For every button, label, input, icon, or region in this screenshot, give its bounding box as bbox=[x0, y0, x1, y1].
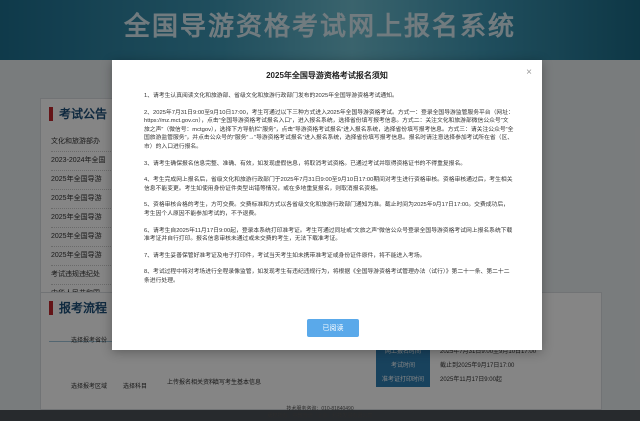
confirm-read-button[interactable]: 已阅读 bbox=[307, 319, 359, 337]
registration-notice-dialog: 2025年全国导游资格考试报名须知 × 1、请考生认真阅读文化和旅游部、省级文化… bbox=[112, 60, 542, 350]
notice-paragraph: 4、考生完成网上报名后，省级文化和旅游行政部门于2025年7月31日9:00至9… bbox=[144, 177, 513, 192]
dialog-body: 1、请考生认真阅读文化和旅游部、省级文化和旅游行政部门发布的2025年全国导游资… bbox=[144, 92, 514, 342]
dialog-title: 2025年全国导游资格考试报名须知 bbox=[266, 71, 388, 80]
notice-paragraph: 5、资格审核合格的考生，方可交费。交费标准和方式以各省级文化和旅游行政部门通知为… bbox=[144, 202, 509, 217]
notice-paragraph: 8、考试过程中将对考场进行全程录像监管，如发现考生有违纪违规行为，将根据《全国导… bbox=[144, 269, 510, 284]
notice-paragraph: 2、2025年7月31日9:00至9月10日17:00，考生可通过以下三种方式进… bbox=[144, 109, 514, 150]
notice-paragraph: 7、请考生妥善保管好准考证及电子打印件，考试当天考生如未携带准考证或身份证件原件… bbox=[144, 252, 426, 259]
notice-paragraph: 3、请考生确保报名信息完整、准确、有效，如发现虚假信息，将取消考试资格。已通过考… bbox=[144, 160, 467, 167]
close-icon[interactable]: × bbox=[526, 68, 532, 78]
notice-paragraph: 1、请考生认真阅读文化和旅游部、省级文化和旅游行政部门发布的2025年全国导游资… bbox=[144, 93, 398, 99]
notice-paragraph: 6、请考生自2025年11月17日9:00起，登录本系统打印准考证。考生可通过同… bbox=[144, 227, 513, 243]
